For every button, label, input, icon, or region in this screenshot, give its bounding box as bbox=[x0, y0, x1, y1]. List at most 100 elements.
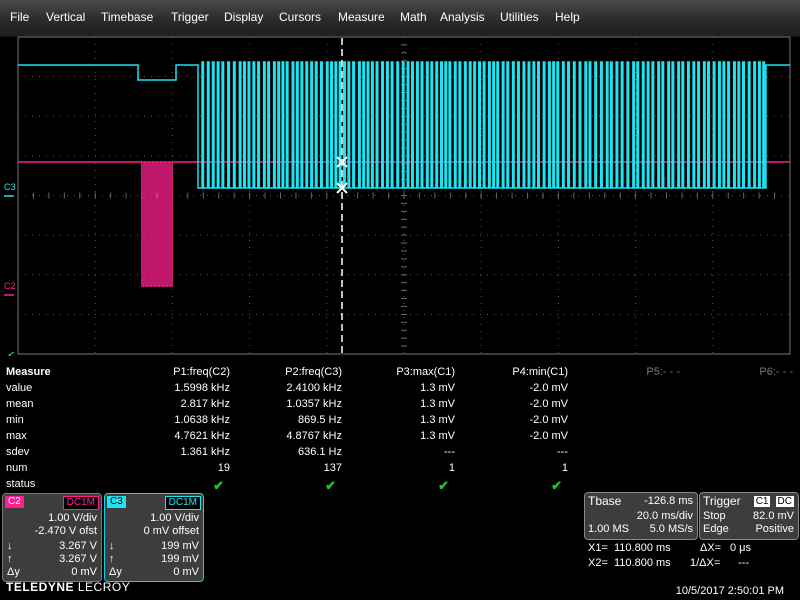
measure-column-p4[interactable]: P4:min(C1) bbox=[458, 366, 568, 378]
measure-column-p6[interactable]: P6:- - - bbox=[683, 366, 793, 378]
menu-utilities[interactable]: Utilities bbox=[500, 10, 539, 24]
c3-cursor-2-value: 199 mV bbox=[161, 553, 199, 565]
measure-row-label: num bbox=[6, 462, 28, 474]
waveform-display[interactable]: C3 C2 bbox=[0, 36, 800, 356]
menu-file[interactable]: File bbox=[10, 10, 29, 24]
menu-display[interactable]: Display bbox=[224, 10, 263, 24]
c3-delta-value: 0 mV bbox=[173, 566, 199, 578]
check-icon: ✔ bbox=[213, 478, 224, 493]
cursor-x1-label: X1= bbox=[588, 542, 608, 554]
measure-row-label: status bbox=[6, 478, 36, 490]
measure-value: 1.0357 kHz bbox=[286, 398, 342, 410]
c3-cursor-1-value: 199 mV bbox=[161, 540, 199, 552]
measure-row-label: sdev bbox=[6, 446, 30, 458]
cursor-inv-dx-label: 1/ΔX= bbox=[690, 557, 721, 569]
measure-table: Measure P1:freq(C2) P2:freq(C3) P3:max(C… bbox=[0, 362, 800, 493]
measure-value: 2.4100 kHz bbox=[286, 382, 342, 394]
brand-sub: LECROY bbox=[77, 580, 131, 594]
measure-value: 2.817 kHz bbox=[180, 398, 230, 410]
c2-down-icon: ↓ bbox=[7, 540, 13, 552]
timebase-descriptor[interactable]: Tbase -126.8 ms 20.0 ms/div 1.00 MS 5.0 MS… bbox=[584, 492, 698, 540]
c2-delta-label: Δy bbox=[7, 566, 20, 578]
c2-up-icon: ↑ bbox=[7, 553, 13, 565]
trigger-descriptor[interactable]: Trigger C1 DC Stop 82.0 mV Edge Positive bbox=[699, 492, 799, 540]
menu-measure[interactable]: Measure bbox=[338, 10, 385, 24]
timebase-scale: 20.0 ms/div bbox=[636, 510, 693, 522]
timebase-delay: -126.8 ms bbox=[644, 495, 693, 507]
measure-column-p2[interactable]: P2:freq(C3) bbox=[232, 366, 342, 378]
trigger-coupling: DC bbox=[775, 496, 794, 507]
measure-value: 869.5 Hz bbox=[297, 414, 342, 426]
timebase-sample-rate: 5.0 MS/s bbox=[649, 523, 693, 535]
c3-down-icon: ↓ bbox=[109, 540, 115, 552]
trigger-label: Trigger bbox=[703, 494, 741, 508]
cursor-dx-value: 0 μs bbox=[730, 542, 752, 554]
measure-value: -2.0 mV bbox=[529, 382, 568, 394]
cursor-x2-label: X2= bbox=[588, 557, 608, 569]
cursor-dx-label: ΔX= bbox=[700, 542, 722, 554]
measure-value: 1.3 mV bbox=[420, 398, 455, 410]
menu-help[interactable]: Help bbox=[555, 10, 580, 24]
c3-label: C3 bbox=[107, 496, 126, 508]
c3-ground-marker[interactable]: C3 bbox=[4, 182, 16, 192]
measure-value: 4.8767 kHz bbox=[286, 430, 342, 442]
trigger-slope: Positive bbox=[755, 523, 794, 535]
brand-logo: TELEDYNE LECROY bbox=[6, 580, 130, 594]
menu-analysis[interactable]: Analysis bbox=[440, 10, 485, 24]
c2-offset: -2.470 V ofst bbox=[34, 525, 97, 537]
measure-value: 636.1 Hz bbox=[297, 446, 342, 458]
measure-title: Measure bbox=[6, 366, 51, 378]
c3-coupling: DC1M bbox=[164, 496, 201, 510]
cursor-x1-value: 110.800 ms bbox=[614, 542, 671, 554]
measure-column-p3[interactable]: P3:max(C1) bbox=[345, 366, 455, 378]
c2-ground-marker[interactable]: C2 bbox=[4, 281, 16, 291]
trigger-type: Edge bbox=[703, 523, 729, 535]
measure-value: 1.5998 kHz bbox=[174, 382, 230, 394]
measure-column-p1[interactable]: P1:freq(C2) bbox=[120, 366, 230, 378]
trigger-source: C1 bbox=[753, 496, 771, 507]
measure-row-label: max bbox=[6, 430, 27, 442]
measure-column-p5[interactable]: P5:- - - bbox=[570, 366, 680, 378]
measure-value: 1.361 kHz bbox=[180, 446, 230, 458]
c3-waveform bbox=[18, 61, 790, 189]
measure-row-label: mean bbox=[6, 398, 34, 410]
menu-math[interactable]: Math bbox=[400, 10, 427, 24]
measure-value: 1 bbox=[448, 462, 455, 474]
timebase-samples: 1.00 MS bbox=[588, 523, 629, 535]
cursor-x2-value: 110.800 ms bbox=[614, 557, 671, 569]
measure-value: 137 bbox=[323, 462, 342, 474]
measure-value: -2.0 mV bbox=[529, 398, 568, 410]
measure-value: 1.3 mV bbox=[420, 430, 455, 442]
menu-trigger[interactable]: Trigger bbox=[171, 10, 209, 24]
measure-value: -2.0 mV bbox=[529, 430, 568, 442]
brand-main: TELEDYNE bbox=[6, 580, 75, 594]
measure-value: --- bbox=[557, 446, 568, 458]
check-icon: ✔ bbox=[551, 478, 562, 493]
c2-cursor-2-value: 3.267 V bbox=[59, 553, 97, 565]
trigger-mode: Stop bbox=[703, 510, 726, 522]
measure-row-label: value bbox=[6, 382, 33, 394]
c3-up-icon: ↑ bbox=[109, 553, 115, 565]
measure-value: --- bbox=[444, 446, 455, 458]
measure-value: 1.3 mV bbox=[420, 382, 455, 394]
channel-c3-descriptor[interactable]: C3 DC1M 1.00 V/div 0 mV offset ↓ 199 mV ↑… bbox=[104, 493, 204, 582]
menu-vertical[interactable]: Vertical bbox=[46, 10, 85, 24]
c3-delta-label: Δy bbox=[109, 566, 122, 578]
check-icon: ✔ bbox=[438, 478, 449, 493]
trigger-position-arrow-icon bbox=[8, 351, 15, 356]
check-icon: ✔ bbox=[325, 478, 336, 493]
c2-label: C2 bbox=[5, 496, 24, 508]
measure-value: 1.0638 kHz bbox=[174, 414, 230, 426]
menu-timebase[interactable]: Timebase bbox=[101, 10, 153, 24]
measure-value: 1.3 mV bbox=[420, 414, 455, 426]
measure-row-label: min bbox=[6, 414, 24, 426]
cursor-inv-dx-value: --- bbox=[738, 557, 749, 569]
menu-cursors[interactable]: Cursors bbox=[279, 10, 321, 24]
measure-value: 19 bbox=[217, 462, 230, 474]
measure-value: 4.7621 kHz bbox=[174, 430, 230, 442]
timebase-label: Tbase bbox=[588, 494, 622, 508]
c2-delta-value: 0 mV bbox=[71, 566, 97, 578]
c2-cursor-1-value: 3.267 V bbox=[59, 540, 97, 552]
c3-scale: 1.00 V/div bbox=[150, 512, 199, 524]
channel-c2-descriptor[interactable]: C2 DC1M 1.00 V/div -2.470 V ofst ↓ 3.267 … bbox=[2, 493, 102, 582]
